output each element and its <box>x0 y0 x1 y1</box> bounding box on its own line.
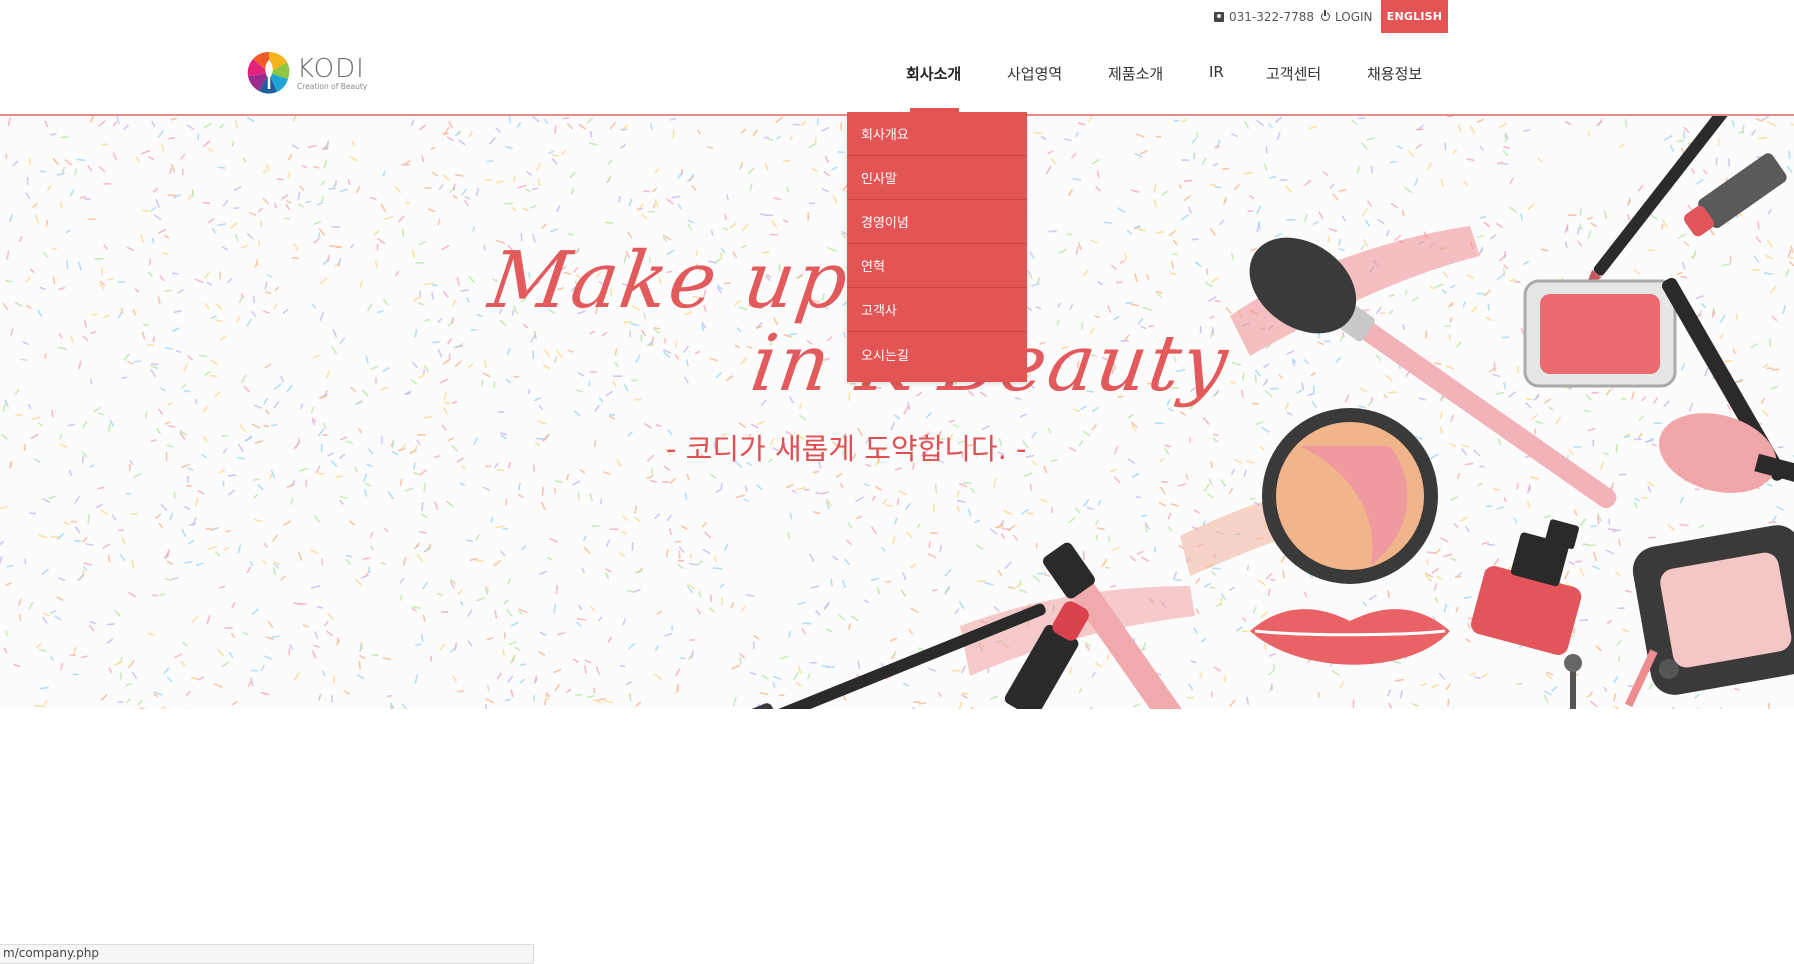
company-dropdown-menu: 회사개요 인사말 경영이념 연혁 고객사 오시는길 <box>847 112 1027 382</box>
dropdown-item-location[interactable]: 오시는길 <box>847 332 1027 376</box>
phone-contact: 031-322-7788 <box>1214 0 1314 33</box>
logo-text: KODI Creation of Beauty <box>297 56 367 91</box>
site-header: KODI Creation of Beauty 회사소개 사업영역 제품소개 I… <box>0 33 1794 116</box>
browser-status-bar: m/company.php <box>0 944 534 964</box>
english-button[interactable]: ENGLISH <box>1381 0 1448 33</box>
nav-item-company[interactable]: 회사소개 <box>906 63 961 84</box>
nav-item-support[interactable]: 고객센터 <box>1266 63 1321 84</box>
login-link[interactable]: LOGIN <box>1321 0 1373 33</box>
dropdown-item-greeting[interactable]: 인사말 <box>847 156 1027 200</box>
logo[interactable]: KODI Creation of Beauty <box>247 51 367 95</box>
brand-tagline: Creation of Beauty <box>297 82 367 91</box>
hero-script-line1: Make up <box>484 236 855 326</box>
nav-item-ir[interactable]: IR <box>1209 63 1224 81</box>
dropdown-item-overview[interactable]: 회사개요 <box>847 112 1027 156</box>
power-icon <box>1321 12 1330 21</box>
nav-item-products[interactable]: 제품소개 <box>1108 63 1163 84</box>
nav-item-careers[interactable]: 채용정보 <box>1367 63 1422 84</box>
dropdown-item-clients[interactable]: 고객사 <box>847 288 1027 332</box>
login-label: LOGIN <box>1335 10 1373 24</box>
phone-number: 031-322-7788 <box>1229 10 1314 24</box>
hero-subtitle: - 코디가 새롭게 도약합니다. - <box>666 426 1027 468</box>
nav-item-business[interactable]: 사업영역 <box>1007 63 1062 84</box>
dropdown-item-history[interactable]: 연혁 <box>847 244 1027 288</box>
dropdown-item-philosophy[interactable]: 경영이념 <box>847 200 1027 244</box>
top-utility-bar: 031-322-7788 LOGIN ENGLISH <box>0 0 1794 33</box>
phone-icon <box>1214 12 1224 22</box>
brand-name: KODI <box>297 56 367 82</box>
logo-mark-icon <box>247 51 291 95</box>
